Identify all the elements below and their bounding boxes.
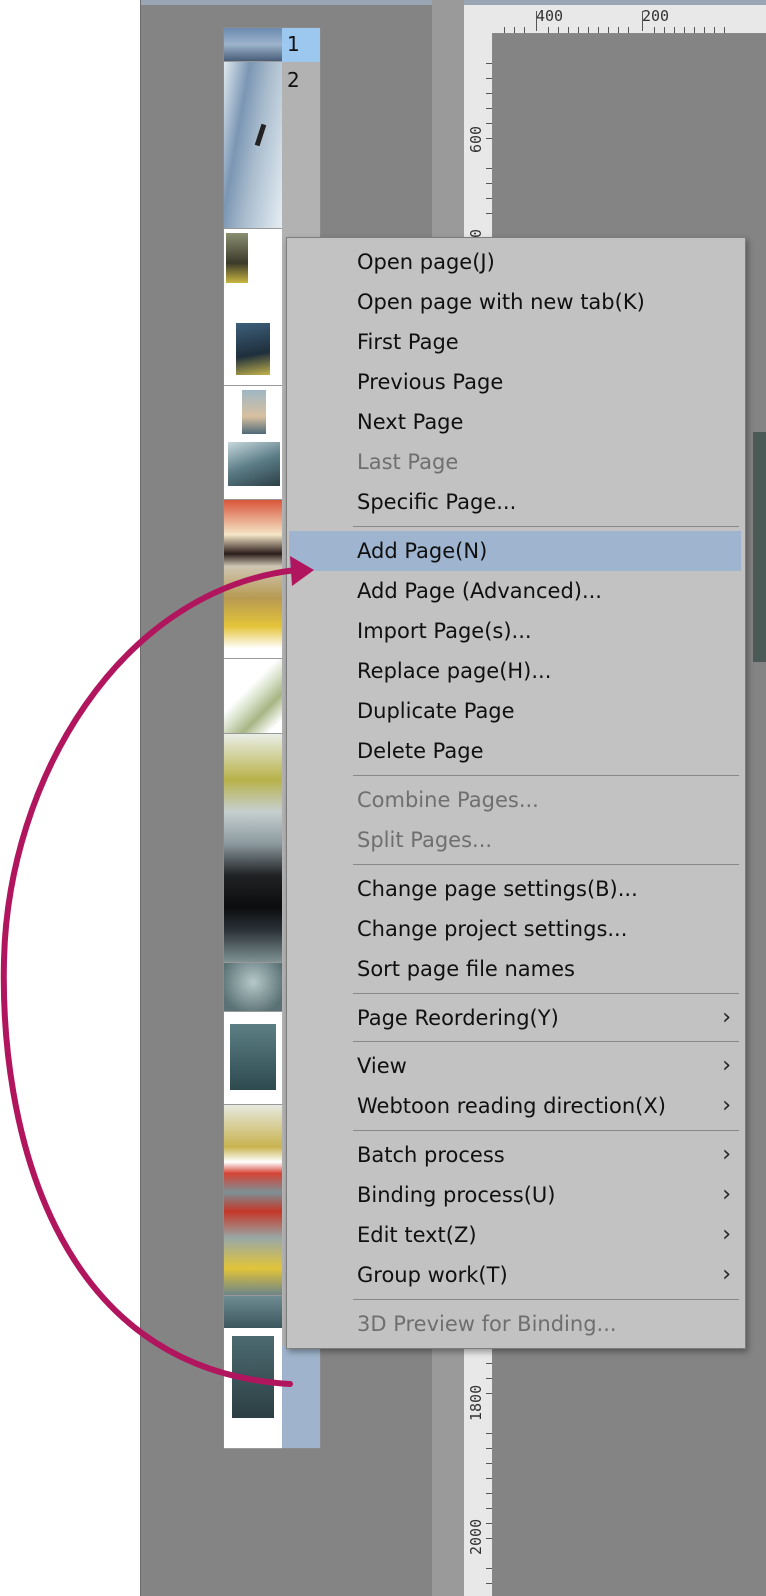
menu-item-replace-page[interactable]: Replace page(H)...: [289, 651, 741, 691]
chevron-right-icon: ›: [722, 1222, 731, 1247]
chevron-right-icon: ›: [722, 1262, 731, 1287]
menu-item-label: Sort page file names: [357, 957, 575, 981]
menu-item-combine-pages: Combine Pages...: [289, 780, 741, 820]
page-row-selected-bottom[interactable]: [282, 1346, 320, 1448]
page-thumbnail[interactable]: [224, 62, 282, 229]
ruler-label: 1800: [467, 1384, 485, 1421]
menu-item-label: Last Page: [357, 450, 459, 474]
chevron-right-icon: ›: [722, 1093, 731, 1118]
menu-item-import-pages[interactable]: Import Page(s)...: [289, 611, 741, 651]
menu-item-add-page-advanced[interactable]: Add Page (Advanced)...: [289, 571, 741, 611]
menu-item-view[interactable]: View ›: [289, 1046, 741, 1086]
chevron-right-icon: ›: [722, 1182, 731, 1207]
ruler-label: 2000: [467, 1518, 485, 1555]
page-thumbnail[interactable]: [224, 659, 282, 734]
page-thumbnail[interactable]: [224, 386, 282, 500]
menu-item-label: Add Page(N): [357, 539, 488, 563]
menu-item-label: Batch process: [357, 1143, 505, 1167]
menu-item-3d-preview-binding: 3D Preview for Binding...: [289, 1304, 741, 1344]
page-thumbnail[interactable]: [224, 28, 282, 62]
menu-item-label: First Page: [357, 330, 459, 354]
menu-item-sort-page-file-names[interactable]: Sort page file names: [289, 949, 741, 989]
ruler-label: 600: [467, 125, 485, 153]
page-thumbnail[interactable]: [224, 1105, 282, 1296]
menu-item-label: Replace page(H)...: [357, 659, 552, 683]
menu-item-label: Duplicate Page: [357, 699, 515, 723]
menu-item-label: Open page with new tab(K): [357, 290, 645, 314]
menu-item-label: 3D Preview for Binding...: [357, 1312, 617, 1336]
menu-item-label: View: [357, 1054, 407, 1078]
menu-item-label: Change page settings(B)...: [357, 877, 638, 901]
menu-item-label: Change project settings...: [357, 917, 628, 941]
chevron-right-icon: ›: [722, 1142, 731, 1167]
menu-item-group-work[interactable]: Group work(T) ›: [289, 1255, 741, 1295]
menu-item-label: Binding process(U): [357, 1183, 556, 1207]
menu-separator: [353, 1299, 739, 1300]
menu-item-binding-process[interactable]: Binding process(U) ›: [289, 1175, 741, 1215]
menu-item-label: Import Page(s)...: [357, 619, 532, 643]
ruler-label: 200: [642, 7, 670, 25]
menu-item-label: Combine Pages...: [357, 788, 539, 812]
menu-item-specific-page[interactable]: Specific Page...: [289, 482, 741, 522]
menu-separator: [353, 864, 739, 865]
chevron-right-icon: ›: [722, 1005, 731, 1030]
page-thumbnail[interactable]: [224, 963, 282, 1012]
menu-item-open-page[interactable]: Open page(J): [289, 242, 741, 282]
menu-item-add-page[interactable]: Add Page(N): [289, 531, 741, 571]
menu-separator: [353, 526, 739, 527]
chevron-right-icon: ›: [722, 1053, 731, 1078]
ruler-label: 400: [536, 7, 564, 25]
menu-item-label: Previous Page: [357, 370, 504, 394]
canvas-edge: [753, 432, 766, 662]
menu-item-next-page[interactable]: Next Page: [289, 402, 741, 442]
page-thumbnail[interactable]: [224, 734, 282, 963]
menu-item-label: Group work(T): [357, 1263, 508, 1287]
menu-item-webtoon-reading-direction[interactable]: Webtoon reading direction(X) ›: [289, 1086, 741, 1126]
menu-item-previous-page[interactable]: Previous Page: [289, 362, 741, 402]
menu-item-batch-process[interactable]: Batch process ›: [289, 1135, 741, 1175]
menu-separator: [353, 775, 739, 776]
menu-item-split-pages: Split Pages...: [289, 820, 741, 860]
menu-item-last-page: Last Page: [289, 442, 741, 482]
ruler-horizontal: 400 200: [464, 5, 766, 34]
menu-item-edit-text[interactable]: Edit text(Z) ›: [289, 1215, 741, 1255]
menu-item-first-page[interactable]: First Page: [289, 322, 741, 362]
page-number: 2: [287, 68, 300, 92]
menu-item-label: Add Page (Advanced)...: [357, 579, 602, 603]
menu-item-label: Next Page: [357, 410, 464, 434]
menu-item-duplicate-page[interactable]: Duplicate Page: [289, 691, 741, 731]
page-thumbnail[interactable]: [224, 229, 282, 386]
menu-item-label: Open page(J): [357, 250, 495, 274]
menu-item-open-page-new-tab[interactable]: Open page with new tab(K): [289, 282, 741, 322]
menu-item-label: Specific Page...: [357, 490, 517, 514]
menu-item-delete-page[interactable]: Delete Page: [289, 731, 741, 771]
page-number: 1: [287, 32, 300, 56]
menu-item-label: Page Reordering(Y): [357, 1006, 559, 1030]
page-thumbnail[interactable]: [224, 500, 282, 659]
menu-item-change-page-settings[interactable]: Change page settings(B)...: [289, 869, 741, 909]
page-thumbnail[interactable]: [224, 1012, 282, 1105]
menu-item-label: Split Pages...: [357, 828, 493, 852]
menu-separator: [353, 993, 739, 994]
page-context-menu: Open page(J) Open page with new tab(K) F…: [286, 237, 746, 1349]
menu-item-page-reordering[interactable]: Page Reordering(Y) ›: [289, 998, 741, 1038]
menu-item-label: Delete Page: [357, 739, 484, 763]
menu-separator: [353, 1130, 739, 1131]
menu-item-label: Edit text(Z): [357, 1223, 477, 1247]
page-thumbnail[interactable]: [224, 1296, 282, 1449]
menu-item-label: Webtoon reading direction(X): [357, 1094, 666, 1118]
menu-separator: [353, 1041, 739, 1042]
menu-item-change-project-settings[interactable]: Change project settings...: [289, 909, 741, 949]
